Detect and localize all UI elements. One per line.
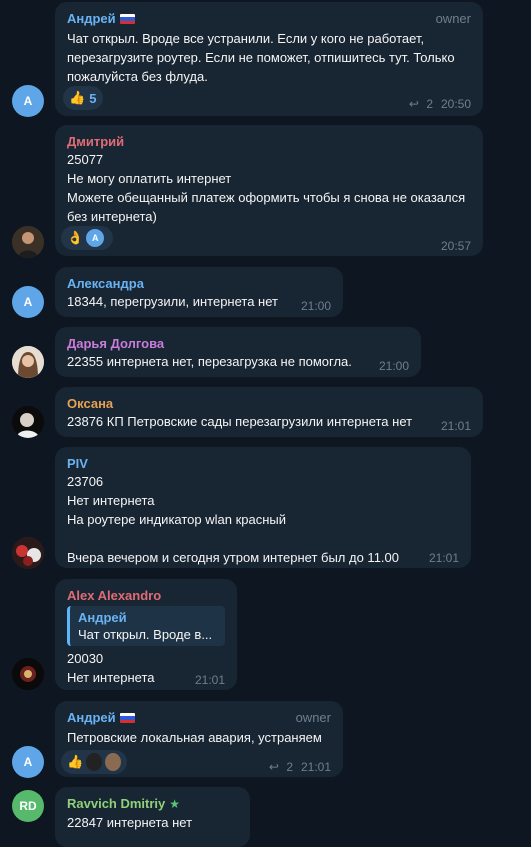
avatar[interactable]: А: [12, 286, 44, 318]
reply-arrow-icon: ↩: [408, 97, 419, 111]
reactor-avatar: А: [86, 229, 105, 247]
message-bubble[interactable]: Ravvich Dmitriy ★ 22847 интернета нет: [55, 787, 250, 847]
reactor-avatar: [105, 753, 121, 771]
message-author[interactable]: PIV: [67, 455, 459, 472]
avatar[interactable]: [12, 658, 44, 690]
message-text: 23706 Нет интернета На роутере индикатор…: [67, 474, 400, 565]
message-time: 21:00: [378, 359, 409, 373]
reaction-count: 5: [89, 90, 97, 106]
avatar[interactable]: [12, 537, 44, 569]
avatar[interactable]: RD: [12, 790, 44, 822]
message-bubble[interactable]: Оксана 23876 КП Петровские сады перезагр…: [55, 387, 483, 437]
message-text: Чат открыл. Вроде все устранили. Если у …: [67, 31, 459, 84]
message-author[interactable]: Дарья Долгова: [67, 335, 409, 352]
avatar[interactable]: [12, 406, 44, 438]
message-author[interactable]: Ravvich Dmitriy ★: [67, 795, 238, 813]
message-bubble[interactable]: Андрей owner Чат открыл. Вроде все устра…: [55, 2, 483, 116]
quote-author: Андрей: [78, 610, 127, 625]
message-text: 22355 интернета нет, перезагрузка не пом…: [67, 354, 352, 369]
replies-count[interactable]: ↩ 2: [409, 97, 433, 111]
ok-hand-icon: 👌: [67, 230, 84, 245]
user-photo-icon: [12, 226, 44, 258]
reactor-avatar: [86, 753, 103, 771]
message-bubble[interactable]: PIV 23706 Нет интернета На роутере индик…: [55, 447, 471, 568]
message-text: 18344, перегрузили, интернета нет: [67, 294, 278, 309]
author-name[interactable]: Андрей: [67, 11, 116, 26]
message-text: 25077 Не могу оплатить интернет Можете о…: [67, 152, 466, 224]
quote-text: Чат открыл. Вроде в...: [78, 627, 213, 642]
user-photo-icon: [12, 406, 44, 438]
message-time: 20:57: [440, 239, 471, 253]
reply-quote[interactable]: Андрей Чат открыл. Вроде в...: [67, 606, 225, 646]
message-time: 21:00: [300, 299, 331, 313]
reaction-chip[interactable]: 👍: [61, 750, 127, 774]
thumbs-up-icon: 👍: [69, 90, 86, 105]
message-bubble[interactable]: Дарья Долгова 22355 интернета нет, перез…: [55, 327, 421, 377]
owner-badge: owner: [435, 11, 471, 26]
replies-count[interactable]: ↩ 2: [269, 760, 293, 774]
message-text: 23876 КП Петровские сады перезагрузили и…: [67, 414, 413, 429]
user-photo-icon: [12, 537, 44, 569]
avatar[interactable]: [12, 226, 44, 258]
author-name[interactable]: Андрей: [67, 710, 116, 725]
message-bubble[interactable]: Александра 18344, перегрузили, интернета…: [55, 267, 343, 317]
message-text: Петровские локальная авария, устраняем: [67, 730, 322, 745]
message-author[interactable]: Оксана: [67, 395, 471, 412]
message-author[interactable]: Александра: [67, 275, 331, 292]
avatar[interactable]: [12, 346, 44, 378]
message-time: 20:50: [440, 97, 471, 111]
reaction-chip[interactable]: 👌 А: [61, 226, 113, 250]
message-author[interactable]: Андрей: [67, 709, 331, 726]
message-time: 21:01: [300, 760, 331, 774]
message-bubble[interactable]: Андрей owner Петровские локальная авария…: [55, 701, 343, 777]
star-icon: ★: [169, 797, 181, 811]
author-name[interactable]: Ravvich Dmitriy: [67, 796, 165, 811]
user-photo-icon: [12, 658, 44, 690]
message-author[interactable]: Дмитрий: [67, 133, 471, 150]
message-text: 20030 Нет интернета: [67, 651, 155, 685]
owner-badge: owner: [295, 710, 331, 725]
message-bubble[interactable]: Alex Alexandro Андрей Чат открыл. Вроде …: [55, 579, 237, 690]
message-time: 21:01: [194, 673, 225, 687]
user-photo-icon: [12, 346, 44, 378]
thumbs-up-icon: 👍: [67, 754, 84, 769]
message-author[interactable]: Alex Alexandro: [67, 587, 225, 604]
reaction-chip[interactable]: 👍 5: [63, 86, 103, 110]
message-author[interactable]: Андрей: [67, 10, 471, 27]
avatar[interactable]: А: [12, 85, 44, 117]
message-time: 21:01: [428, 551, 459, 565]
avatar[interactable]: А: [12, 746, 44, 778]
russia-flag-icon: [119, 14, 135, 24]
reply-arrow-icon: ↩: [268, 760, 279, 774]
message-bubble[interactable]: Дмитрий 25077 Не могу оплатить интернет …: [55, 125, 483, 256]
russia-flag-icon: [119, 713, 135, 723]
message-time: 21:01: [440, 419, 471, 433]
